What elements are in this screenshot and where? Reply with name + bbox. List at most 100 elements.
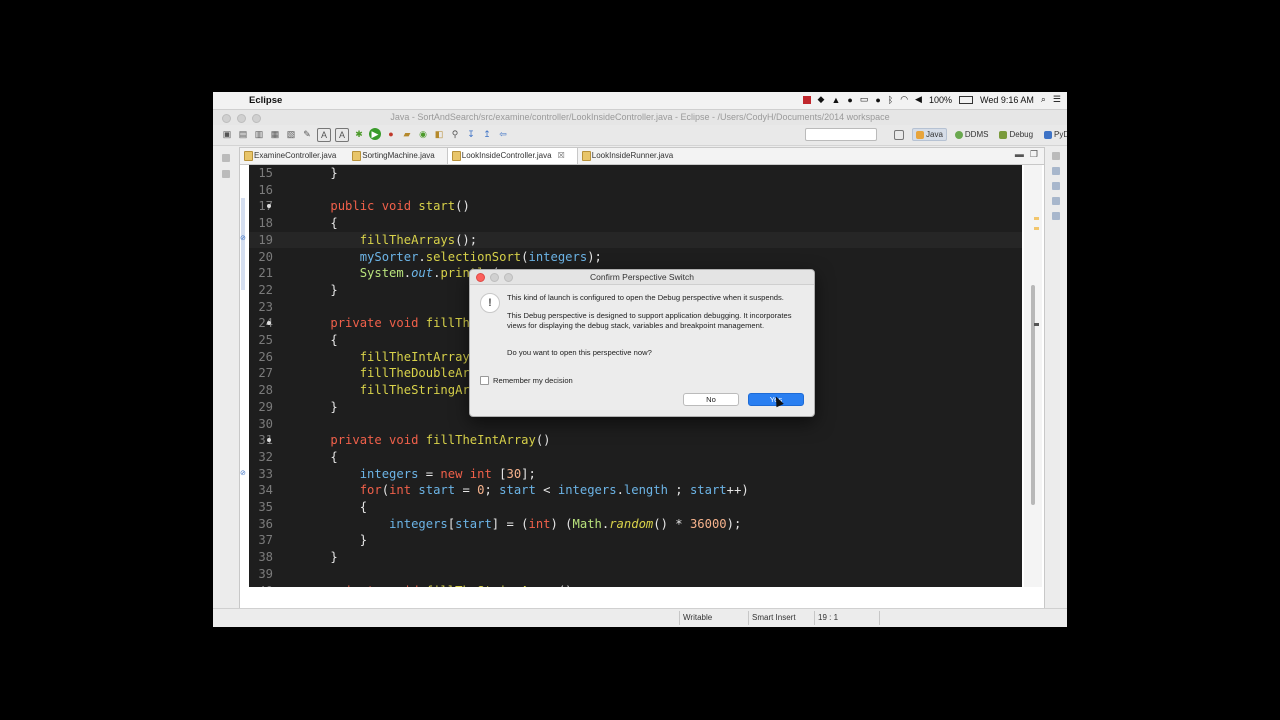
tab-label: LookInsideRunner.java [591,151,674,160]
notification-center-icon[interactable]: ☰ [1053,94,1061,105]
menubar-tray: ◆ ▲ ● ▭ ● ᛒ ◠ ◀ 100% Wed 9:16 AM ⌕ ☰ [802,94,1061,105]
next-annotation-icon[interactable]: ↧ [465,128,477,140]
code-line: 33 integers = new int [30]; [249,466,1022,483]
dialog-zoom-button [504,273,513,282]
no-button[interactable]: No [683,393,739,406]
line-number: 22 [258,282,273,297]
line-number: 38 [258,550,273,565]
fold-marker-icon[interactable] [267,438,271,442]
line-number: 27 [258,366,273,381]
dialog-message-1: This kind of launch is configured to ope… [507,293,784,302]
wifi-icon[interactable]: ◠ [900,94,908,105]
display-icon[interactable]: ▭ [860,94,869,105]
sync-icon[interactable]: ▲ [831,95,840,105]
perspective-debug[interactable]: Debug [996,128,1036,141]
editor-controls: ▬ ❐ [1015,149,1038,160]
code-line: 37 } [249,532,1022,549]
notification-icon[interactable]: ● [847,95,852,105]
status-bar: Writable Smart Insert 19 : 1 [213,608,1067,627]
perspective-pydev[interactable]: PyDev [1041,128,1067,141]
overview-ruler-marker[interactable] [1034,323,1039,326]
save-icon[interactable]: ▤ [237,128,249,140]
font-increase-icon[interactable]: A [317,128,331,142]
line-number: 20 [258,249,273,264]
close-tab-icon[interactable]: ☒ [558,151,565,160]
line-number: 35 [258,500,273,514]
console-view-icon[interactable] [1052,212,1060,220]
minimize-editor-icon[interactable]: ▬ [1015,149,1024,160]
dialog-title: Confirm Perspective Switch [590,272,694,282]
tab-examine-controller[interactable]: ExamineController.java [240,148,348,164]
line-number: 34 [258,483,273,498]
prev-annotation-icon[interactable]: ↥ [481,128,493,140]
task-list-icon[interactable] [1052,182,1060,190]
new-package-icon[interactable]: ▰ [401,128,413,140]
search-icon[interactable]: ⚲ [449,128,461,140]
warning-icon: ! [480,293,500,313]
problems-view-icon[interactable] [1052,197,1060,205]
main-toolbar: ▣ ▤ ▥ ▦ ▧ ✎ A A ✱ ▶ ● ▰ ◉ ◧ ⚲ ↧ ↥ ⇦ Java… [213,125,1067,146]
back-icon[interactable]: ⇦ [497,128,509,140]
overview-ruler-marker[interactable] [1034,217,1039,220]
overview-ruler-marker[interactable] [1034,227,1039,230]
status-insert-mode[interactable]: Smart Insert [752,613,796,622]
fold-marker-icon[interactable] [267,321,271,325]
open-type-icon[interactable]: ◧ [433,128,445,140]
remember-decision-checkbox[interactable] [480,376,489,385]
save-all-icon[interactable]: ▥ [253,128,265,140]
line-number: 17 [258,199,273,214]
open-perspective-button[interactable] [891,128,907,141]
breakpoint-marker-icon[interactable]: ⊘ [240,469,246,477]
run-icon[interactable]: ▶ [369,128,381,140]
line-number: 26 [258,349,273,364]
battery-icon[interactable] [959,95,973,104]
right-trim-stack [1049,152,1063,227]
dialog-close-button[interactable] [476,273,485,282]
line-number: 29 [258,399,273,414]
fold-marker-icon[interactable] [267,204,271,208]
outline-view-icon[interactable] [1052,167,1060,175]
perspective-ddms[interactable]: DDMS [952,128,992,141]
spotlight-search-icon[interactable]: ⌕ [1041,94,1046,105]
breakpoint-marker-icon[interactable]: ⊘ [240,234,246,242]
tab-look-inside-runner[interactable]: LookInsideRunner.java [578,148,685,164]
vertical-scrollbar[interactable] [1024,165,1042,587]
java-file-icon [244,151,253,161]
font-decrease-icon[interactable]: A [335,128,349,142]
dropbox-icon[interactable]: ◆ [818,94,825,105]
tab-sorting-machine[interactable]: SortingMachine.java [348,148,446,164]
restore-view-icon[interactable] [222,154,230,162]
status-separator [748,611,749,625]
quick-access-input[interactable] [805,128,877,141]
status-writable: Writable [683,613,713,622]
print-icon[interactable]: ▦ [269,128,281,140]
tab-look-inside-controller[interactable]: LookInsideController.java ☒ [446,148,578,164]
volume-icon[interactable]: ◀ [915,94,922,105]
new-class-icon[interactable]: ◉ [417,128,429,140]
dialog-question: Do you want to open this perspective now… [507,348,652,357]
app-menu-name[interactable]: Eclipse [249,95,282,106]
debug-icon[interactable]: ✱ [353,128,365,140]
code-line: 34 for(int start = 0; start < integers.l… [249,482,1022,499]
scrollbar-thumb[interactable] [1031,285,1035,505]
maximize-editor-icon[interactable]: ❐ [1030,149,1038,160]
left-trim-stack [218,154,236,194]
code-line: 35 { [249,499,1022,516]
record-icon[interactable] [802,95,811,104]
menubar-clock[interactable]: Wed 9:16 AM [980,95,1034,105]
status-separator [814,611,815,625]
bluetooth-icon[interactable]: ᛒ [888,95,893,105]
remember-decision-option[interactable]: Remember my decision [480,376,573,385]
status-separator [879,611,880,625]
new-icon[interactable]: ▣ [221,128,233,140]
build-icon[interactable]: ▧ [285,128,297,140]
toggle-mark-icon[interactable]: ✎ [301,128,313,140]
line-number: 19 [258,232,273,247]
package-explorer-icon[interactable] [222,170,230,178]
app-status-icon[interactable]: ● [875,95,880,105]
restore-outline-icon[interactable] [1052,152,1060,160]
perspective-java[interactable]: Java [912,128,947,141]
run-external-icon[interactable]: ● [385,128,397,140]
battery-percent[interactable]: 100% [929,95,952,105]
code-line: 31 private void fillTheIntArray() [249,432,1022,449]
